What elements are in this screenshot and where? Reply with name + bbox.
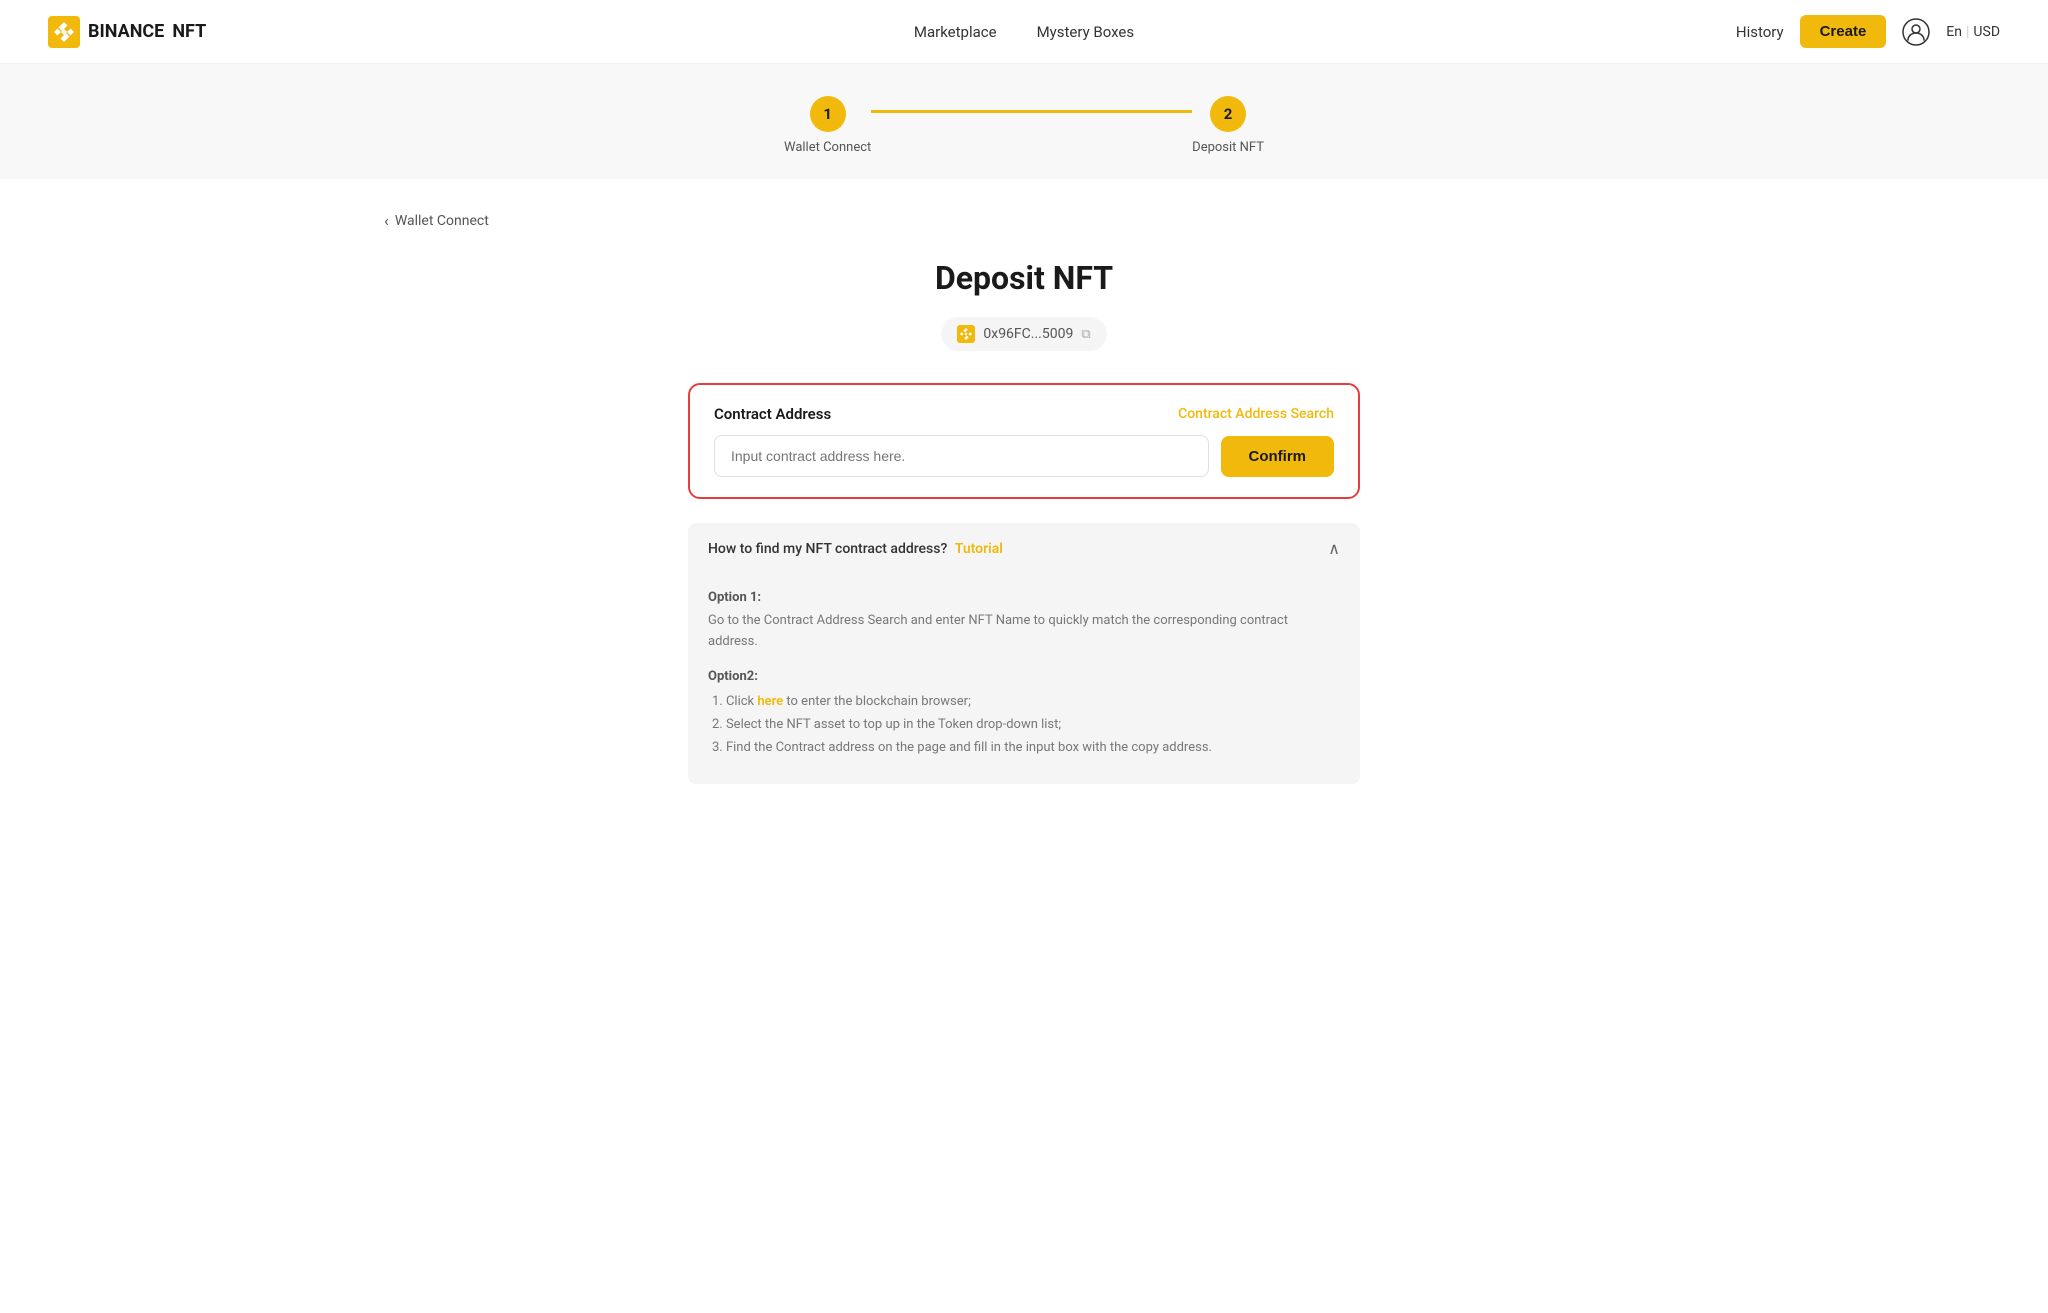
option1-desc: Go to the Contract Address Search and en… — [708, 611, 1340, 653]
stepper-area: 1 Wallet Connect 2 Deposit NFT — [0, 64, 2048, 179]
option2-list: 1. Click here to enter the blockchain br… — [708, 690, 1340, 760]
logo-binance-text: BINANCE — [88, 21, 164, 42]
option2-item-2: 2. Select the NFT asset to top up in the… — [712, 713, 1340, 736]
faq-accordion: How to find my NFT contract address? Tut… — [688, 523, 1360, 784]
logo[interactable]: BINANCE NFT — [48, 16, 206, 48]
step-line — [871, 110, 1192, 113]
option1-title: Option 1: — [708, 590, 1340, 605]
create-button[interactable]: Create — [1800, 15, 1887, 48]
confirm-button[interactable]: Confirm — [1221, 436, 1335, 477]
lang-currency-divider: | — [1966, 24, 1969, 40]
step-2-circle: 2 — [1210, 96, 1246, 132]
nav-marketplace[interactable]: Marketplace — [914, 23, 997, 41]
lang-currency: En | USD — [1946, 24, 2000, 40]
faq-content: Option 1: Go to the Contract Address Sea… — [688, 574, 1360, 784]
faq-question-label: How to find my NFT contract address? — [708, 541, 947, 557]
logo-nft-text: NFT — [172, 21, 206, 42]
step-2-label: Deposit NFT — [1192, 140, 1264, 155]
back-link-label: Wallet Connect — [395, 213, 489, 229]
wallet-address-text: 0x96FC...5009 — [983, 326, 1073, 342]
step-1-label: Wallet Connect — [784, 140, 871, 155]
faq-question-text: How to find my NFT contract address? Tut… — [708, 541, 1003, 557]
back-link[interactable]: ‹ Wallet Connect — [384, 211, 489, 230]
wallet-badge: 0x96FC...5009 ⧉ — [941, 317, 1106, 351]
nav-mystery-boxes[interactable]: Mystery Boxes — [1037, 23, 1135, 41]
step-1-circle: 1 — [810, 96, 846, 132]
page-title: Deposit NFT — [688, 259, 1360, 297]
contract-search-link[interactable]: Contract Address Search — [1178, 406, 1334, 422]
main-content: Deposit NFT 0x96FC...5009 ⧉ Contract Add… — [664, 211, 1384, 832]
header: BINANCE NFT Marketplace Mystery Boxes Hi… — [0, 0, 2048, 64]
binance-logo-icon — [48, 16, 80, 48]
language-label[interactable]: En — [1946, 24, 1962, 40]
history-link[interactable]: History — [1736, 23, 1784, 41]
user-icon[interactable] — [1902, 18, 1930, 46]
contract-label: Contract Address — [714, 405, 831, 423]
copy-icon[interactable]: ⧉ — [1081, 327, 1090, 342]
contract-address-input[interactable] — [714, 435, 1209, 477]
chevron-up-icon: ∧ — [1328, 539, 1340, 558]
faq-accordion-header[interactable]: How to find my NFT contract address? Tut… — [688, 523, 1360, 574]
contract-card-header: Contract Address Contract Address Search — [714, 405, 1334, 423]
here-link[interactable]: here — [757, 694, 783, 709]
contract-address-card: Contract Address Contract Address Search… — [688, 383, 1360, 499]
step-1: 1 Wallet Connect — [784, 96, 871, 155]
stepper: 1 Wallet Connect 2 Deposit NFT — [784, 96, 1264, 155]
step-2: 2 Deposit NFT — [1192, 96, 1264, 155]
currency-label[interactable]: USD — [1973, 24, 2000, 40]
contract-input-row: Confirm — [714, 435, 1334, 477]
back-arrow-icon: ‹ — [384, 211, 389, 230]
header-right: History Create En | USD — [1736, 15, 2000, 48]
faq-tutorial-link[interactable]: Tutorial — [955, 541, 1003, 557]
main-nav: Marketplace Mystery Boxes — [914, 23, 1134, 41]
option2-title: Option2: — [708, 669, 1340, 684]
option2-item-1: 1. Click here to enter the blockchain br… — [712, 690, 1340, 713]
option2-item-3: 3. Find the Contract address on the page… — [712, 736, 1340, 759]
wallet-badge-icon — [957, 325, 975, 343]
